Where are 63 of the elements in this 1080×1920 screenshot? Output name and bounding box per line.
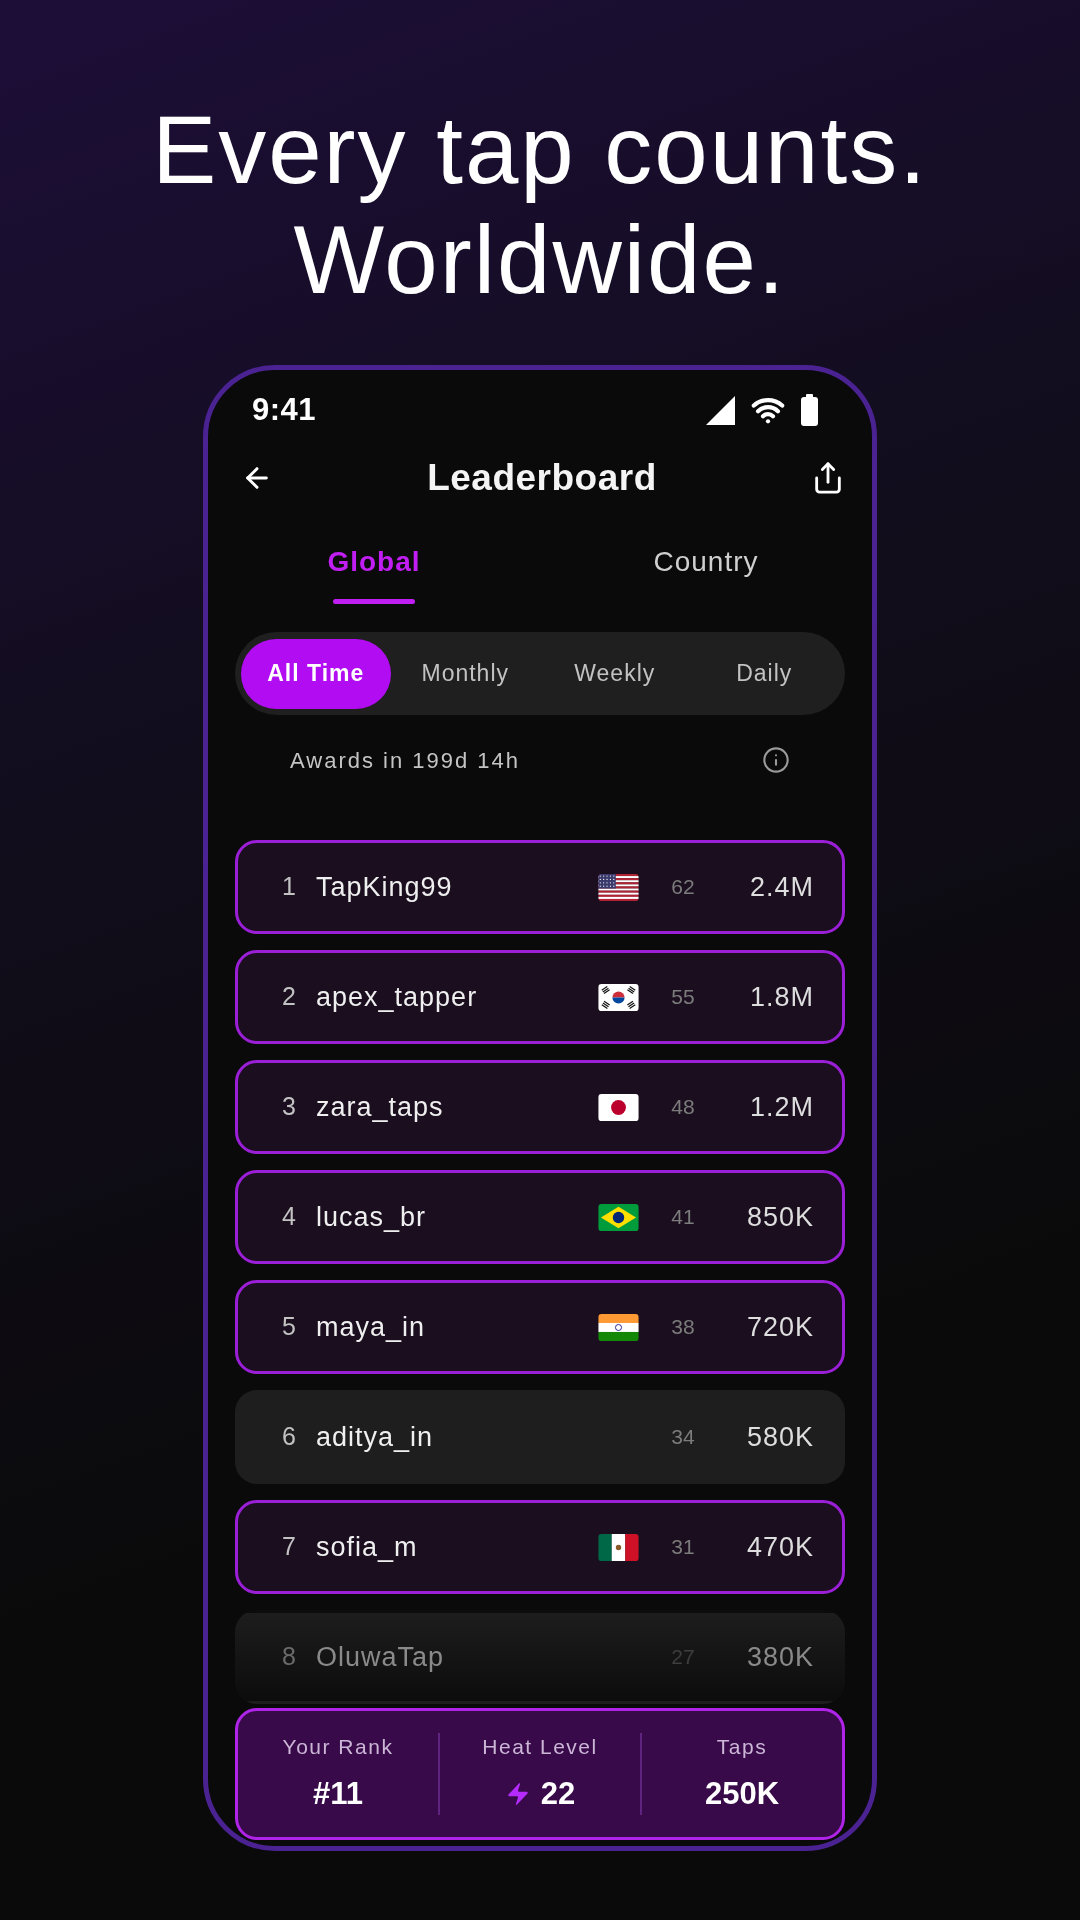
flag-icon [598,983,639,1011]
tap-count: 850K [745,1200,814,1234]
tap-count: 470K [745,1530,814,1564]
leaderboard-row[interactable]: 5 maya_in 38 720K [235,1280,845,1374]
rank-number: 7 [281,1531,297,1563]
heat-level: 62 [670,874,696,901]
signal-icon [706,395,735,425]
stat-value: 22 [540,1774,576,1813]
tap-count: 580K [745,1420,814,1454]
leaderboard-row[interactable]: 4 lucas_br 41 850K [235,1170,845,1264]
heat-level: 31 [670,1534,696,1561]
rank-number: 5 [281,1311,297,1343]
tab[interactable]: Country [540,545,872,606]
leaderboard-row[interactable]: 1 TapKing99 62 2.4M [235,840,845,934]
rank-number: 3 [281,1091,297,1123]
stat-label: Your Rank [282,1734,394,1760]
status-time: 9:41 [252,390,317,429]
period-tab[interactable]: Monthly [390,638,540,709]
player-name: zara_taps [316,1090,444,1124]
headline: Every tap counts. Worldwide. [151,95,929,315]
tap-count: 1.8M [748,980,814,1014]
heat-level: 38 [670,1314,696,1341]
rank-number: 8 [281,1641,297,1673]
stat-value: 250K [704,1774,780,1813]
awards-countdown: Awards in 199d 14h [290,746,521,775]
player-name: aditya_in [316,1420,434,1454]
rank-number: 1 [281,871,297,903]
heat-level: 55 [670,984,696,1011]
rank-number: 6 [281,1421,297,1453]
period-tab[interactable]: Daily [689,638,839,709]
rank-number: 2 [281,981,297,1013]
flag-icon [598,1313,639,1341]
tap-count: 2.4M [748,870,814,904]
player-name: lucas_br [316,1200,427,1234]
battery-icon [801,394,818,426]
flag-icon [598,1533,639,1561]
flag-icon [598,1203,639,1231]
tab[interactable]: Global [208,545,540,606]
heat-level: 34 [670,1424,696,1451]
tap-count: 1.2M [748,1090,814,1124]
player-name: sofia_m [316,1530,418,1564]
stat-label: Heat Level [482,1734,598,1760]
tap-count: 380K [745,1640,814,1674]
leaderboard-row[interactable]: 3 zara_taps 48 1.2M [235,1060,845,1154]
screen-title: Leaderboard [427,456,657,501]
info-icon[interactable] [762,746,790,774]
heat-level: 48 [670,1094,696,1121]
leaderboard-row[interactable]: 7 sofia_m 31 470K [235,1500,845,1594]
stat-value: #11 [313,1774,363,1813]
period-tab[interactable]: All Time [241,638,391,709]
flag-icon [598,1093,639,1121]
player-name: TapKing99 [316,870,453,904]
period-tab[interactable]: Weekly [540,638,690,709]
leaderboard-row[interactable]: 2 apex_tapper 55 1.8M [235,950,845,1044]
leaderboard-row[interactable]: 6 aditya_in 34 580K [235,1390,845,1484]
flag-icon [598,873,639,901]
rank-number: 4 [281,1201,297,1233]
heat-level: 41 [670,1204,696,1231]
player-name: maya_in [316,1310,426,1344]
tap-count: 720K [745,1310,814,1344]
stat-label: Taps [716,1734,768,1760]
player-name: apex_tapper [316,980,478,1014]
player-name: OluwaTap [316,1640,445,1674]
